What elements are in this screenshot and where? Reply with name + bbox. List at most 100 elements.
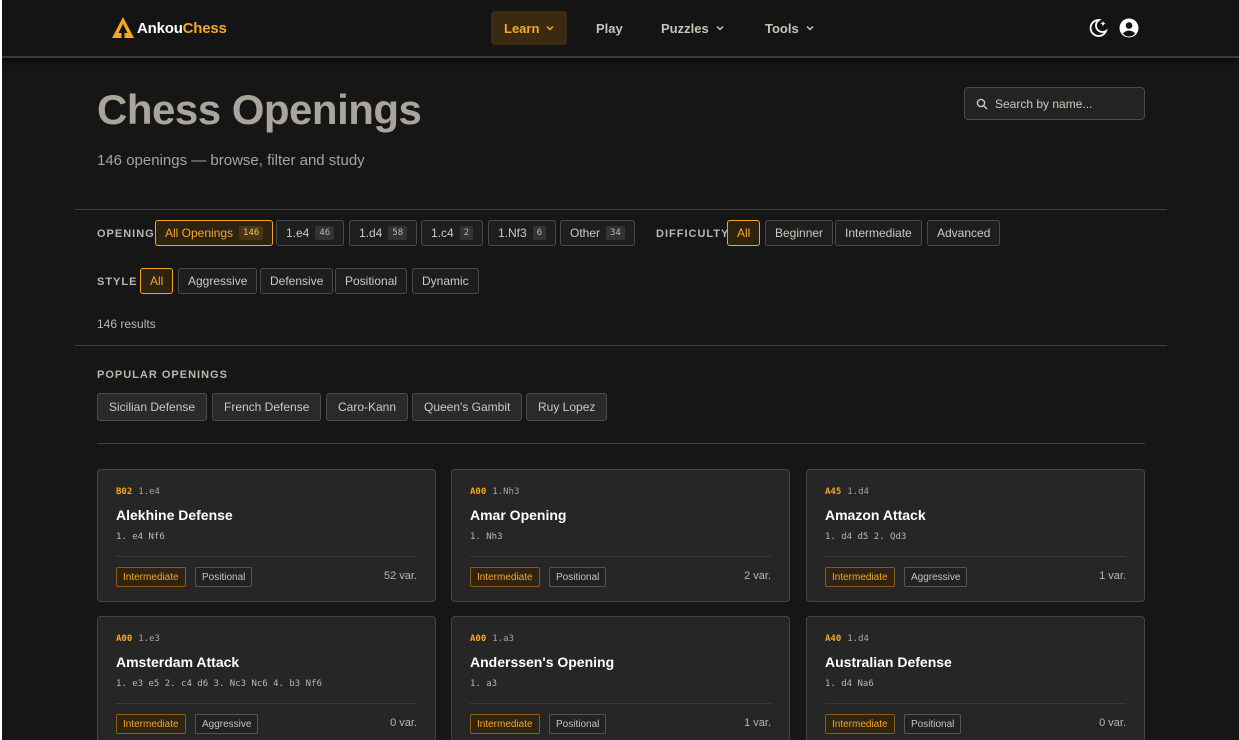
nav-play-label: Play (596, 20, 623, 36)
eco-code: B02 1.e4 (116, 487, 160, 497)
nav-puzzles-label: Puzzles (661, 20, 709, 36)
divider (470, 556, 771, 557)
eco-code: A45 1.d4 (825, 487, 869, 497)
style-chip-dynamic[interactable]: Dynamic (412, 268, 479, 294)
opening-chip-e4[interactable]: 1.e4 46 (276, 220, 345, 246)
difficulty-chip-all[interactable]: All (727, 220, 761, 246)
nav-tools[interactable]: Tools (752, 11, 827, 45)
chip-count: 34 (606, 226, 625, 240)
chip-label: Defensive (270, 274, 324, 288)
search-icon (976, 98, 988, 110)
nav-tools-label: Tools (765, 20, 799, 36)
results-count: 146 results (97, 317, 156, 331)
chip-count: 6 (532, 226, 547, 240)
difficulty-badge: Intermediate (825, 567, 895, 587)
chip-count: 58 (388, 226, 408, 240)
divider (116, 556, 417, 557)
variation-count: 52 var. (383, 570, 417, 582)
variation-count: 1 var. (1099, 570, 1126, 582)
difficulty-chip-intermediate[interactable]: Intermediate (835, 220, 922, 246)
divider (825, 703, 1126, 704)
difficulty-badge: Intermediate (470, 567, 540, 587)
opening-chip-nf3[interactable]: 1.Nf3 6 (488, 220, 557, 246)
variation-count: 2 var. (744, 570, 771, 582)
divider (116, 703, 417, 704)
opening-card[interactable]: A45 1.d4 Amazon Attack 1. d4 d5 2. Qd3 In… (806, 469, 1145, 602)
style-badge: Aggressive (904, 567, 968, 587)
opening-moves: 1. Nh3 (470, 532, 503, 542)
popular-openings-label: POPULAR OPENINGS (97, 369, 228, 381)
opening-card[interactable]: A00 1.Nh3 Amar Opening 1. Nh3 Intermediat… (451, 469, 790, 602)
style-chip-defensive[interactable]: Defensive (260, 268, 334, 294)
opening-name: Alekhine Defense (116, 507, 233, 523)
opening-chip-d4[interactable]: 1.d4 58 (349, 220, 418, 246)
chevron-down-icon (806, 25, 814, 31)
difficulty-badge: Intermediate (116, 714, 186, 734)
popular-opening-chip[interactable]: French Defense (212, 393, 322, 421)
style-badge: Positional (195, 567, 253, 587)
chip-label: Positional (345, 274, 398, 288)
search-input[interactable] (995, 96, 1135, 111)
search-box[interactable] (964, 87, 1145, 120)
difficulty-badge: Intermediate (825, 714, 895, 734)
chip-label: Aggressive (188, 274, 248, 288)
chip-label: Other (570, 226, 601, 240)
variation-count: 0 var. (1099, 717, 1126, 729)
opening-moves: 1. d4 Na6 (825, 679, 874, 689)
opening-chip-all[interactable]: All Openings 146 (155, 220, 274, 246)
difficulty-badge: Intermediate (116, 567, 186, 587)
style-badge: Positional (549, 567, 607, 587)
eco-code: A00 1.Nh3 (470, 487, 520, 497)
divider (470, 703, 771, 704)
style-chip-all[interactable]: All (140, 268, 174, 294)
style-filter-label: STYLE (97, 276, 138, 288)
chip-label: Dynamic (422, 274, 469, 288)
opening-card[interactable]: A40 1.d4 Australian Defense 1. d4 Na6 Int… (806, 616, 1145, 740)
opening-card[interactable]: A00 1.a3 Anderssen's Opening 1. a3 Interm… (451, 616, 790, 740)
style-badge: Positional (904, 714, 962, 734)
chip-label: Intermediate (845, 226, 912, 240)
chevron-down-icon (716, 25, 724, 31)
chip-label: All Openings (165, 226, 234, 240)
top-navbar: AnkouChess Learn Play Puzzles Tools (2, 0, 1239, 58)
divider (825, 556, 1126, 557)
logo-icon (112, 17, 134, 38)
divider (75, 345, 1167, 346)
opening-chip-c4[interactable]: 1.c4 2 (421, 220, 484, 246)
popular-opening-chip[interactable]: Queen's Gambit (412, 393, 523, 421)
user-account-icon[interactable] (1118, 17, 1140, 39)
page-subtitle: 146 openings — browse, filter and study (97, 152, 365, 169)
nav-puzzles[interactable]: Puzzles (648, 11, 737, 45)
page-title: Chess Openings (97, 86, 422, 133)
difficulty-chip-advanced[interactable]: Advanced (927, 220, 1001, 246)
brand-logo[interactable]: AnkouChess (111, 16, 227, 40)
chip-count: 146 (239, 226, 264, 240)
chip-label: 1.Nf3 (498, 226, 527, 240)
opening-name: Australian Defense (825, 654, 952, 670)
opening-card[interactable]: B02 1.e4 Alekhine Defense 1. e4 Nf6 Inter… (97, 469, 436, 602)
opening-moves: 1. e3 e5 2. c4 d6 3. Nc3 Nc6 4. b3 Nf6 (116, 679, 322, 689)
nav-learn[interactable]: Learn (491, 11, 568, 45)
divider (75, 209, 1167, 210)
difficulty-chip-beginner[interactable]: Beginner (765, 220, 834, 246)
style-chip-aggressive[interactable]: Aggressive (178, 268, 258, 294)
opening-moves: 1. e4 Nf6 (116, 532, 165, 542)
style-badge: Aggressive (195, 714, 259, 734)
eco-code: A00 1.e3 (116, 634, 160, 644)
opening-name: Amar Opening (470, 507, 567, 523)
nav-play[interactable]: Play (583, 11, 636, 45)
page: AnkouChess Learn Play Puzzles Tools Ches… (2, 0, 1239, 740)
opening-filter-label: OPENING (97, 228, 155, 240)
chip-label: 1.e4 (286, 226, 310, 240)
chip-label: 1.c4 (431, 226, 454, 240)
popular-opening-chip[interactable]: Sicilian Defense (97, 393, 208, 421)
chip-count: 46 (315, 226, 335, 240)
popular-opening-chip[interactable]: Caro-Kann (326, 393, 409, 421)
style-chip-positional[interactable]: Positional (335, 268, 408, 294)
theme-toggle-icon[interactable] (1087, 17, 1109, 39)
opening-chip-other[interactable]: Other 34 (560, 220, 635, 246)
popular-opening-chip[interactable]: Ruy Lopez (526, 393, 608, 421)
eco-code: A00 1.a3 (470, 634, 514, 644)
opening-card[interactable]: A00 1.e3 Amsterdam Attack 1. e3 e5 2. c4 … (97, 616, 436, 740)
opening-moves: 1. a3 (470, 679, 498, 689)
